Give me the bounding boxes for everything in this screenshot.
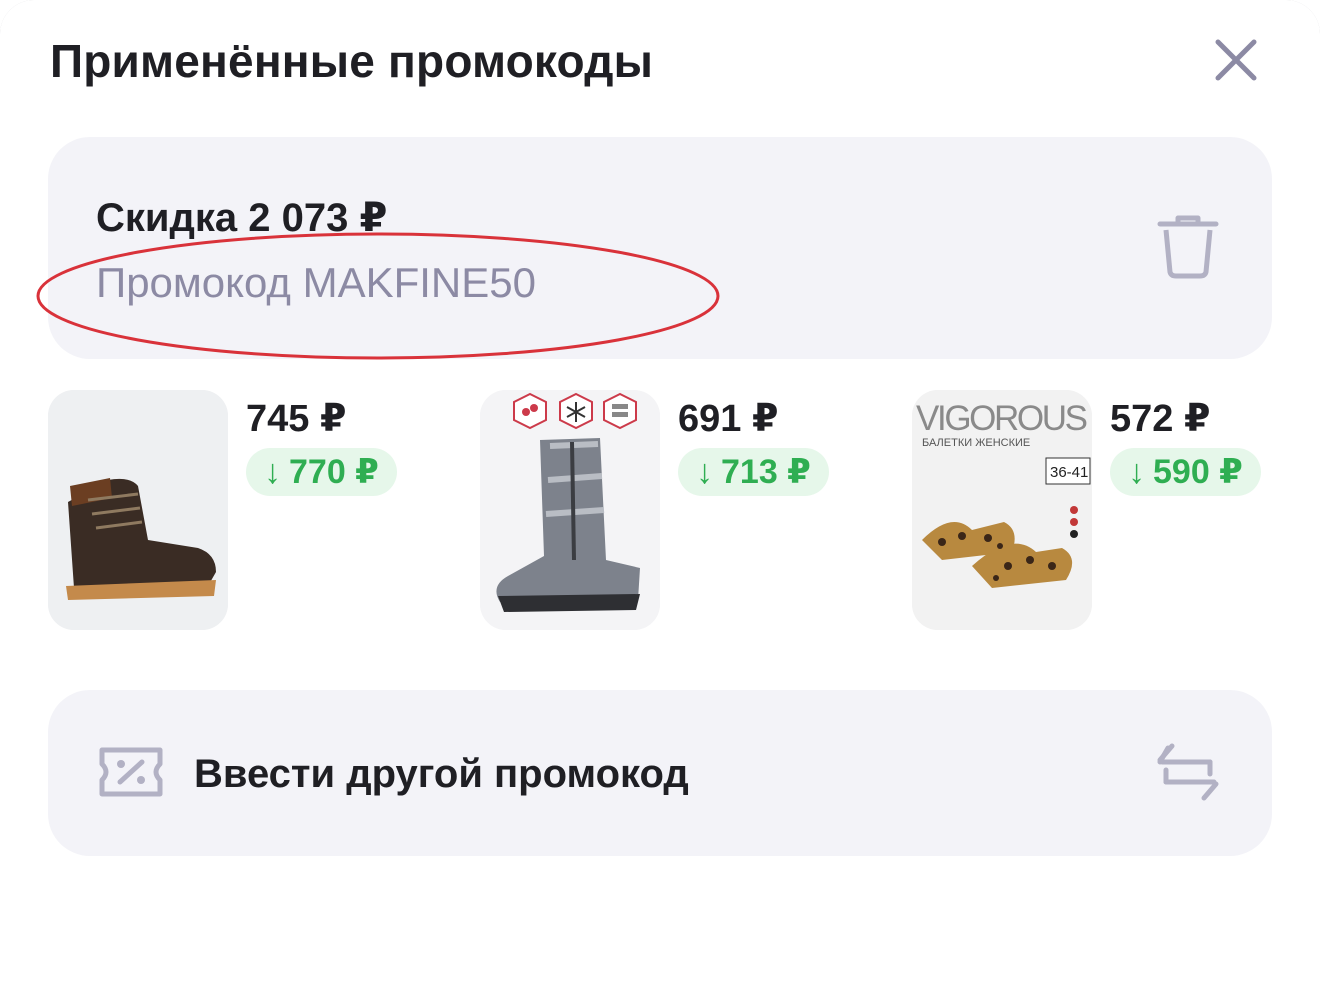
product-price: 745 ₽ <box>246 398 347 440</box>
coupon-percent-icon <box>99 747 163 797</box>
product-price: 572 ₽ <box>1110 398 1211 440</box>
old-price-value: 713 ₽ <box>721 453 811 491</box>
applied-promo-card <box>48 137 1272 359</box>
product-image-boot[interactable] <box>48 390 228 630</box>
product-image-flats[interactable]: VIGOROUS БАЛЕТКИ ЖЕНСКИЕ 36-41 <box>912 390 1092 630</box>
close-icon <box>1215 39 1257 81</box>
product-item[interactable]: 691 ₽ ↓ 713 ₽ <box>480 390 900 630</box>
remove-promo-button[interactable] <box>1156 212 1220 282</box>
price-drop-badge: ↓ 590 ₽ <box>1110 448 1261 496</box>
discount-amount: Скидка 2 073 ₽ <box>96 196 388 240</box>
product-item[interactable]: VIGOROUS БАЛЕТКИ ЖЕНСКИЕ 36-41 572 ₽ ↓ 59… <box>912 390 1320 630</box>
brand-name: VIGOROUS <box>916 399 1088 438</box>
promo-code-label: Промокод MAKFINE50 <box>96 259 536 306</box>
product-subtitle: БАЛЕТКИ ЖЕНСКИЕ <box>922 437 1030 449</box>
arrow-down-icon: ↓ <box>696 453 713 491</box>
arrow-down-icon: ↓ <box>264 453 281 491</box>
product-price: 691 ₽ <box>678 398 779 440</box>
swap-arrows-icon[interactable] <box>1154 738 1222 806</box>
enter-other-promo-label: Ввести другой промокод <box>194 752 689 796</box>
layers-icon <box>603 392 637 430</box>
product-item[interactable]: 745 ₽ ↓ 770 ₽ <box>48 390 468 630</box>
trash-icon <box>1157 215 1219 279</box>
old-price-value: 770 ₽ <box>289 453 379 491</box>
snowflake-icon <box>559 392 593 430</box>
close-button[interactable] <box>1208 32 1264 88</box>
drops-icon <box>513 392 547 430</box>
product-image-puffer-boot[interactable] <box>480 390 660 630</box>
size-range: 36-41 <box>1050 464 1088 481</box>
sheet-title: Применённые промокоды <box>50 35 654 87</box>
arrow-down-icon: ↓ <box>1128 453 1145 491</box>
old-price-value: 590 ₽ <box>1153 453 1243 491</box>
promo-sheet: Применённые промокоды Скидка 2 073 ₽ Про… <box>0 0 1320 995</box>
price-drop-badge: ↓ 770 ₽ <box>246 448 397 496</box>
price-drop-badge: ↓ 713 ₽ <box>678 448 829 496</box>
